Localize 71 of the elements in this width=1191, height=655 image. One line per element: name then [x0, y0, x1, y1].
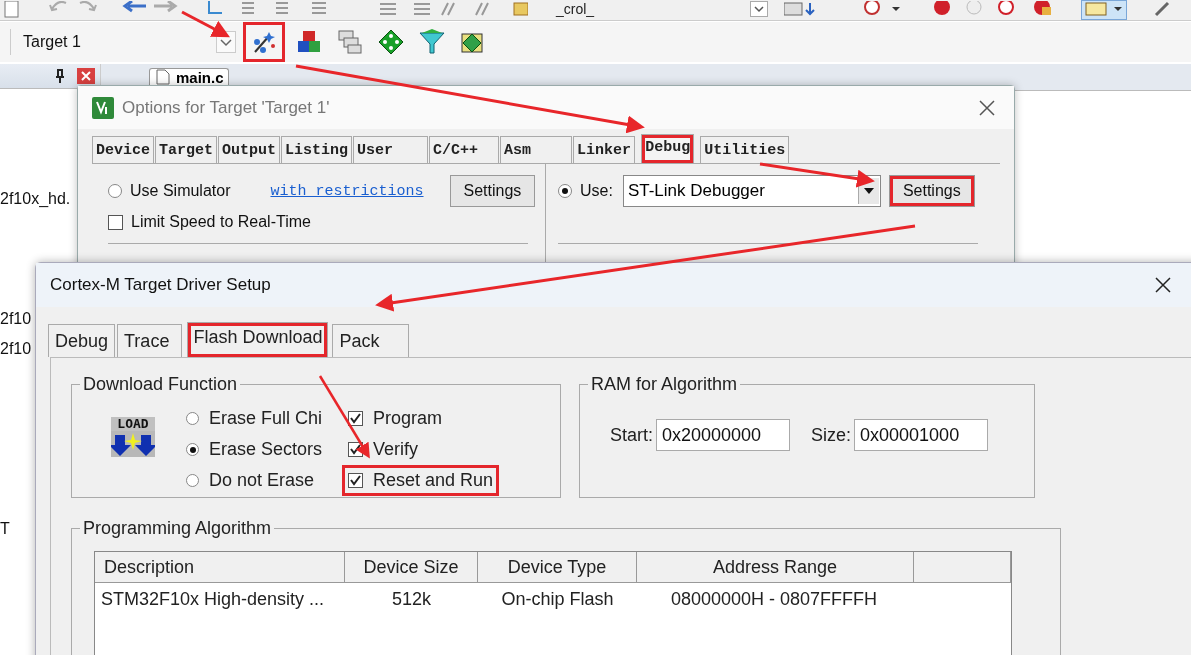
magic-wand-icon[interactable] [243, 22, 285, 62]
column-header[interactable]: Device Type [478, 552, 637, 583]
tab[interactable]: Debug [641, 134, 695, 163]
load-label: LOAD [111, 417, 155, 431]
start-address-field[interactable]: 0x20000000 [656, 419, 790, 451]
pin-icon[interactable] [55, 69, 65, 83]
table-cell-text: 512k [390, 588, 432, 611]
checkbox-label[interactable]: Verify [373, 439, 419, 460]
checkbox-label[interactable]: Program [373, 408, 443, 429]
restrictions-link[interactable]: with restrictions [270, 182, 424, 200]
settings-button[interactable]: Settings [449, 175, 536, 207]
editor-tab[interactable]: main.c [149, 68, 229, 85]
back-arrow-icon[interactable] [122, 1, 148, 15]
column-header[interactable]: Description [95, 552, 345, 583]
tab[interactable]: Asm [500, 136, 573, 163]
checkbox[interactable] [348, 473, 364, 488]
radio-button[interactable] [558, 184, 572, 198]
close-icon[interactable] [1154, 276, 1172, 294]
tab[interactable]: Device [92, 136, 154, 163]
dropdown-icon[interactable] [750, 1, 768, 17]
column-header[interactable]: Address Range [637, 552, 914, 583]
annotation-arrow [181, 10, 230, 38]
column-header[interactable]: Device Size [345, 552, 478, 583]
radio-label[interactable]: Erase Full Chi [209, 408, 323, 429]
debugger-dropdown[interactable]: ST-Link Debugger [622, 175, 881, 207]
project-file-text[interactable]: 2f10 [0, 310, 32, 328]
radio-label[interactable]: Erase Sectors [209, 439, 323, 460]
checkbox[interactable] [108, 214, 123, 230]
tab[interactable]: Trace [117, 324, 183, 357]
checkbox[interactable] [348, 411, 364, 426]
table-cell-text: On-chip Flash [500, 588, 615, 611]
group-title: RAM for Algorithm [590, 374, 739, 395]
tab[interactable]: User [353, 136, 429, 163]
radio-button[interactable] [108, 184, 122, 198]
target-dropdown[interactable]: Target 1 [10, 29, 236, 55]
field-label: Start: [610, 424, 653, 446]
tab[interactable]: C/C++ [429, 136, 500, 163]
project-file-text[interactable]: 2f10x_hd. [0, 190, 71, 208]
checkbox-label[interactable]: Limit Speed to Real-Time [131, 213, 311, 231]
tab[interactable]: Output [218, 136, 281, 163]
tab[interactable]: Linker [573, 136, 636, 163]
settings-button[interactable]: Settings [888, 175, 975, 207]
window-icon[interactable] [1082, 1, 1126, 19]
tab[interactable]: Debug [48, 324, 116, 357]
group-title: Download Function [82, 374, 239, 395]
project-file-text[interactable]: 2f10 [0, 340, 32, 358]
field-label: Size: [811, 424, 852, 446]
radio-label[interactable]: Use Simulator [130, 182, 231, 200]
table-cell-text: STM32F10x High-density ... [100, 588, 326, 611]
close-icon[interactable] [978, 98, 996, 117]
size-field[interactable]: 0x00001000 [854, 419, 989, 451]
tab[interactable]: Pack [332, 324, 409, 357]
radio-button[interactable] [186, 474, 199, 487]
radio-button[interactable] [186, 412, 199, 425]
tab[interactable]: Flash Download [187, 322, 329, 357]
project-file-text[interactable]: T [0, 520, 10, 538]
tab[interactable]: Listing [281, 136, 353, 163]
window-title: Cortex-M Target Driver Setup [50, 275, 272, 295]
radio-button[interactable] [186, 443, 199, 456]
checkbox-label[interactable]: Reset and Run [373, 470, 494, 491]
table-cell-text: 08000000H - 0807FFFFH [670, 588, 879, 611]
app-logo-icon [92, 96, 114, 119]
radio-label[interactable]: Use: [580, 182, 613, 200]
tab[interactable]: Utilities [700, 136, 790, 163]
tab[interactable]: Target [155, 136, 218, 163]
group-title: Programming Algorithm [82, 518, 273, 539]
download-arrows-icon [111, 431, 155, 457]
dropdown-icon[interactable] [863, 188, 874, 194]
find-combo-text[interactable]: _crol_ [556, 1, 595, 17]
window-title: Options for Target 'Target 1' [122, 97, 331, 118]
radio-label[interactable]: Do not Erase [209, 470, 315, 491]
